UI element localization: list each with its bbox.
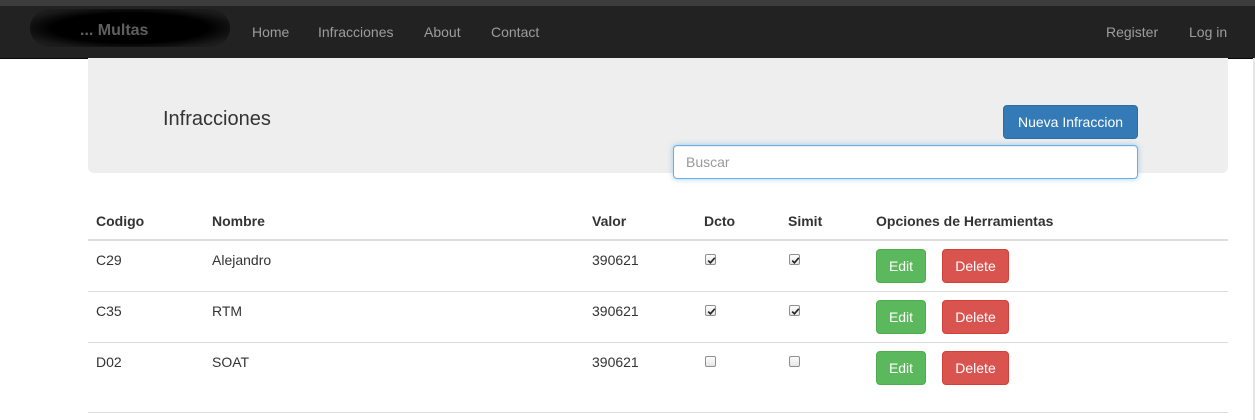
simit-checkbox[interactable] bbox=[789, 305, 800, 316]
cell-nombre: SOAT bbox=[212, 354, 250, 370]
column-header-nombre: Nombre bbox=[212, 213, 265, 229]
table-header-divider bbox=[88, 239, 1228, 241]
simit-checkbox[interactable] bbox=[789, 254, 800, 265]
simit-checkbox[interactable] bbox=[789, 356, 800, 367]
cell-codigo: C29 bbox=[96, 252, 122, 268]
cell-nombre: Alejandro bbox=[212, 252, 272, 268]
navbar: ... Multas Home Infracciones About Conta… bbox=[0, 6, 1255, 59]
column-header-opciones: Opciones de Herramientas bbox=[876, 213, 1054, 229]
edit-button[interactable]: Edit bbox=[876, 300, 926, 334]
edit-button[interactable]: Edit bbox=[876, 351, 926, 385]
checkmark-icon bbox=[791, 308, 800, 315]
cell-codigo: D02 bbox=[96, 354, 122, 370]
delete-button[interactable]: Delete bbox=[942, 300, 1009, 334]
nav-link-register[interactable]: Register bbox=[1106, 24, 1158, 40]
cell-valor: 390621 bbox=[592, 303, 639, 319]
cell-valor: 390621 bbox=[592, 354, 639, 370]
brand-logo[interactable]: ... Multas bbox=[80, 22, 148, 40]
dcto-checkbox[interactable] bbox=[705, 356, 716, 367]
row-divider bbox=[88, 342, 1228, 343]
column-header-codigo: Codigo bbox=[96, 213, 145, 229]
dcto-checkbox[interactable] bbox=[705, 254, 716, 265]
table-bottom-divider bbox=[88, 412, 1228, 413]
edit-button[interactable]: Edit bbox=[876, 249, 926, 283]
checkmark-icon bbox=[707, 257, 716, 264]
nav-link-infracciones[interactable]: Infracciones bbox=[318, 24, 393, 40]
cell-nombre: RTM bbox=[212, 303, 243, 319]
column-header-valor: Valor bbox=[592, 213, 627, 229]
nav-link-contact[interactable]: Contact bbox=[491, 24, 539, 40]
new-infraccion-button[interactable]: Nueva Infraccion bbox=[1003, 105, 1138, 139]
nav-link-login[interactable]: Log in bbox=[1189, 24, 1227, 40]
checkmark-icon bbox=[791, 257, 800, 264]
cell-codigo: C35 bbox=[96, 303, 122, 319]
row-divider bbox=[88, 291, 1228, 292]
delete-button[interactable]: Delete bbox=[942, 249, 1009, 283]
nav-link-home[interactable]: Home bbox=[252, 24, 289, 40]
delete-button[interactable]: Delete bbox=[942, 351, 1009, 385]
cell-valor: 390621 bbox=[592, 252, 639, 268]
column-header-simit: Simit bbox=[788, 213, 823, 229]
page-title: Infracciones bbox=[163, 108, 271, 130]
search-input[interactable] bbox=[673, 145, 1138, 179]
nav-link-about[interactable]: About bbox=[424, 24, 461, 40]
checkmark-icon bbox=[707, 308, 716, 315]
column-header-dcto: Dcto bbox=[704, 213, 736, 229]
dcto-checkbox[interactable] bbox=[705, 305, 716, 316]
